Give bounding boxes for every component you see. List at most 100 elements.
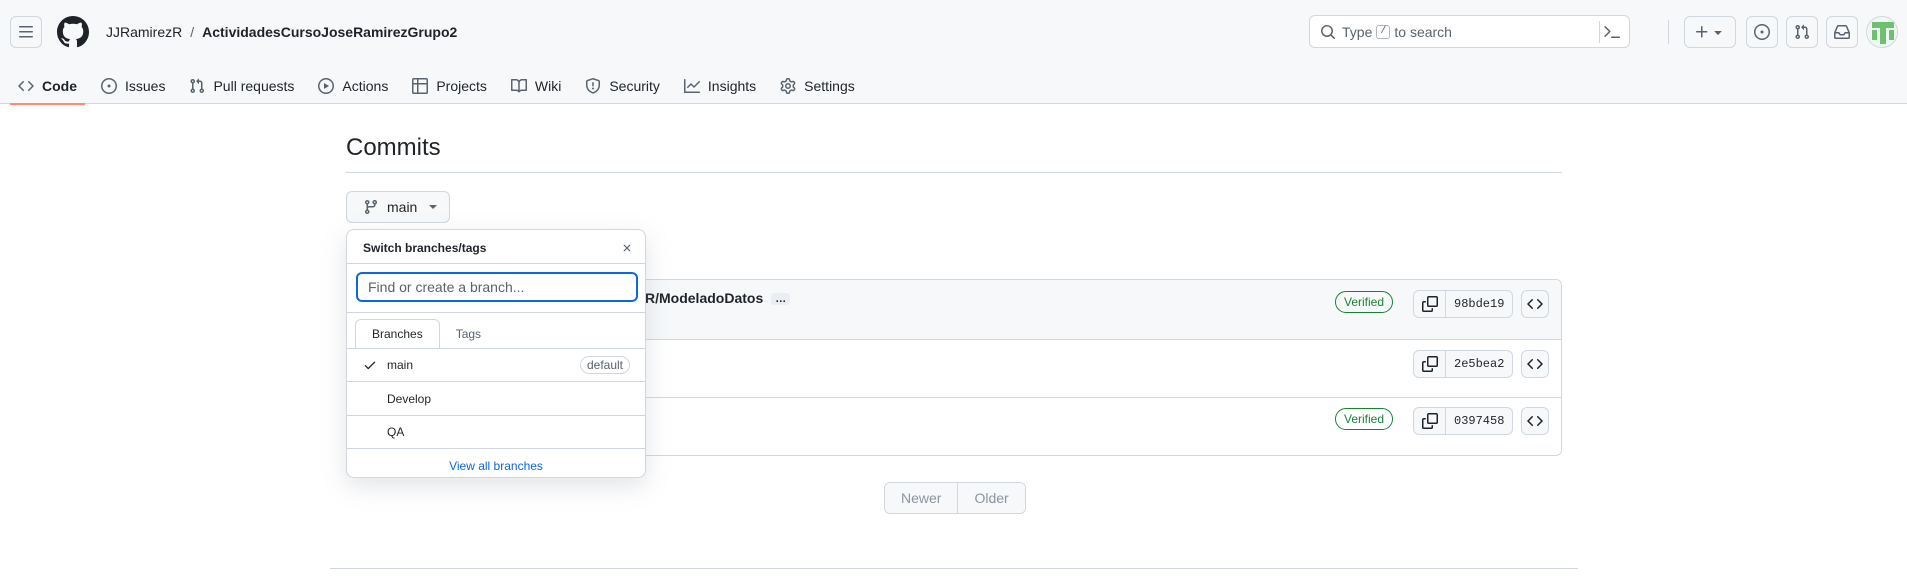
title-divider bbox=[346, 172, 1562, 173]
tab-issues-label: Issues bbox=[125, 78, 166, 94]
commit-sha-link[interactable]: 98bde19 bbox=[1446, 291, 1512, 317]
pagination: Newer Older bbox=[884, 482, 1026, 514]
play-icon bbox=[318, 78, 335, 94]
tab-security-label: Security bbox=[609, 78, 660, 94]
dropdown-divider bbox=[347, 312, 645, 313]
hamburger-icon bbox=[19, 26, 33, 38]
search-icon bbox=[1321, 25, 1336, 40]
item-divider bbox=[347, 448, 645, 449]
older-button[interactable]: Older bbox=[958, 483, 1025, 513]
tab-issues[interactable]: Issues bbox=[93, 68, 173, 104]
search-placeholder-prefix: Type bbox=[1342, 23, 1373, 40]
graph-icon bbox=[683, 79, 700, 93]
tab-pull-requests[interactable]: Pull requests bbox=[181, 68, 302, 104]
code-icon bbox=[18, 80, 34, 92]
menu-button[interactable] bbox=[10, 16, 42, 48]
copy-icon bbox=[1421, 356, 1438, 372]
triangle-down-icon bbox=[1714, 31, 1722, 35]
branch-select-button[interactable]: main bbox=[346, 191, 450, 223]
repo-nav: Code Issues Pull requests Actions Projec… bbox=[10, 68, 871, 105]
tab-wiki-label: Wiki bbox=[534, 78, 562, 94]
tab-tags[interactable]: Tags bbox=[440, 319, 497, 349]
branch-name: Develop bbox=[387, 391, 432, 406]
tab-insights[interactable]: Insights bbox=[676, 68, 764, 104]
user-avatar[interactable] bbox=[1866, 16, 1898, 48]
tab-settings[interactable]: Settings bbox=[772, 68, 863, 104]
tab-projects[interactable]: Projects bbox=[404, 68, 495, 104]
tab-projects-label: Projects bbox=[436, 78, 487, 94]
view-all-branches-link[interactable]: View all branches bbox=[347, 459, 645, 473]
newer-button[interactable]: Newer bbox=[885, 483, 959, 513]
commit-sha-group: 2e5bea2 bbox=[1413, 350, 1514, 378]
global-header: JJRamirezR / ActividadesCursoJoseRamirez… bbox=[0, 0, 1907, 105]
identicon-avatar-icon bbox=[1867, 17, 1897, 47]
table-icon bbox=[412, 78, 429, 94]
tab-security[interactable]: Security bbox=[577, 68, 668, 104]
expand-message-button[interactable]: … bbox=[771, 293, 791, 306]
close-icon bbox=[623, 244, 631, 252]
owner-link[interactable]: JJRamirezR bbox=[106, 24, 182, 40]
path-separator: / bbox=[190, 24, 195, 40]
tab-code[interactable]: Code bbox=[10, 68, 85, 105]
inbox-button[interactable] bbox=[1826, 16, 1858, 48]
branch-item-main[interactable]: main default bbox=[347, 348, 645, 381]
footer-divider bbox=[330, 568, 1578, 569]
branch-switcher-dropdown: Switch branches/tags Branches Tags main … bbox=[346, 229, 646, 478]
branch-select-label: main bbox=[387, 199, 418, 215]
commit-title[interactable]: R/ModeladoDatos … bbox=[645, 290, 791, 306]
repo-link[interactable]: ActividadesCursoJoseRamirezGrupo2 bbox=[202, 24, 457, 40]
verified-badge[interactable]: Verified bbox=[1335, 291, 1394, 313]
copy-sha-button[interactable] bbox=[1414, 351, 1446, 377]
terminal-icon bbox=[1603, 26, 1620, 38]
command-palette-button[interactable] bbox=[1599, 21, 1623, 43]
pull-requests-button[interactable] bbox=[1786, 16, 1818, 48]
tab-actions[interactable]: Actions bbox=[310, 68, 396, 104]
verified-badge[interactable]: Verified bbox=[1335, 408, 1394, 430]
code-icon bbox=[1527, 298, 1543, 310]
browse-repo-button[interactable] bbox=[1521, 350, 1549, 378]
commit-title-text[interactable]: R/ModeladoDatos bbox=[645, 290, 763, 306]
copy-icon bbox=[1421, 413, 1438, 429]
tab-insights-label: Insights bbox=[707, 78, 757, 94]
git-pull-request-icon bbox=[1795, 24, 1810, 40]
inbox-icon bbox=[1834, 25, 1850, 39]
code-icon bbox=[1527, 358, 1543, 370]
copy-sha-button[interactable] bbox=[1414, 291, 1446, 317]
plus-icon bbox=[1696, 26, 1708, 38]
caret-down-icon bbox=[429, 205, 438, 209]
search-input[interactable]: Type / to search bbox=[1309, 15, 1630, 48]
search-shortcut-key: / bbox=[1376, 24, 1391, 39]
tab-code-label: Code bbox=[42, 78, 77, 94]
commit-sha-link[interactable]: 2e5bea2 bbox=[1446, 351, 1512, 377]
browse-repo-button[interactable] bbox=[1521, 407, 1549, 435]
issue-opened-icon bbox=[101, 78, 117, 94]
shield-icon bbox=[586, 78, 601, 94]
branch-item-qa[interactable]: QA bbox=[347, 415, 645, 448]
page-title: Commits bbox=[346, 134, 441, 161]
commit-sha-group: 0397458 bbox=[1413, 407, 1514, 435]
branch-filter-input[interactable] bbox=[356, 272, 638, 302]
branch-name: QA bbox=[387, 424, 405, 439]
gear-icon bbox=[780, 78, 796, 94]
dropdown-title: Switch branches/tags bbox=[363, 241, 487, 255]
tab-settings-label: Settings bbox=[804, 78, 855, 94]
tab-wiki[interactable]: Wiki bbox=[503, 68, 569, 104]
browse-repo-button[interactable] bbox=[1521, 290, 1549, 318]
tab-branches[interactable]: Branches bbox=[355, 319, 440, 349]
create-new-button[interactable] bbox=[1684, 16, 1736, 48]
git-pull-request-icon bbox=[190, 78, 205, 94]
tab-actions-label: Actions bbox=[342, 78, 389, 94]
dropdown-divider bbox=[347, 263, 645, 264]
close-dropdown-button[interactable] bbox=[619, 240, 635, 256]
check-icon bbox=[364, 361, 376, 370]
book-icon bbox=[510, 78, 527, 93]
tab-pull-requests-label: Pull requests bbox=[213, 78, 295, 94]
commit-sha-link[interactable]: 0397458 bbox=[1446, 408, 1512, 434]
branch-item-develop[interactable]: Develop bbox=[347, 382, 645, 415]
search-placeholder-suffix: to search bbox=[1394, 23, 1452, 40]
github-logo-icon[interactable] bbox=[56, 16, 89, 48]
copy-sha-button[interactable] bbox=[1414, 408, 1446, 434]
issue-opened-icon bbox=[1754, 24, 1770, 40]
issues-button[interactable] bbox=[1746, 16, 1778, 48]
copy-icon bbox=[1421, 296, 1438, 312]
